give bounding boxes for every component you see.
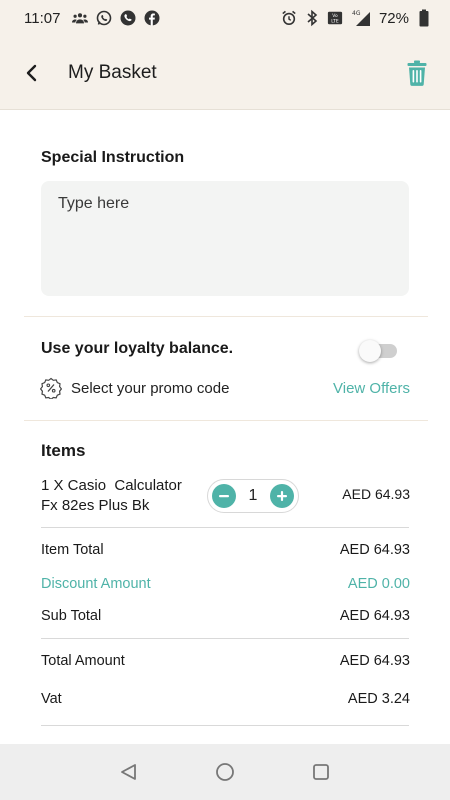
special-instruction-input[interactable] [41, 181, 409, 296]
sub-total-value: AED 64.93 [339, 608, 410, 624]
discount-badge-icon [40, 377, 62, 399]
sub-total-row: Sub Total AED 64.93 [41, 608, 410, 624]
vat-value: AED 3.24 [347, 691, 410, 707]
divider [24, 316, 428, 317]
basket-content[interactable]: Special Instruction Use your loyalty bal… [0, 110, 450, 744]
divider [41, 638, 409, 639]
increase-quantity-button[interactable] [270, 484, 294, 508]
nav-home-icon [216, 763, 234, 781]
page-title: My Basket [68, 61, 157, 83]
total-amount-label: Total Amount [41, 653, 125, 669]
discount-label: Discount Amount [41, 576, 151, 592]
system-nav-bar [0, 744, 450, 800]
nav-recents-button[interactable] [306, 757, 336, 787]
status-bar: 11:07 Vo LTE 4G 72% [0, 0, 450, 36]
nav-recents-icon [313, 764, 329, 780]
list-item: 1 X Casio Calculator Fx 82es Plus Bk 1 A… [41, 474, 410, 518]
nav-back-icon [121, 764, 136, 780]
divider [41, 725, 409, 726]
group-icon [72, 10, 89, 26]
app-header: My Basket [0, 36, 450, 110]
vat-row: Vat AED 3.24 [41, 691, 410, 707]
phone-icon [120, 10, 136, 26]
alarm-icon [281, 10, 297, 26]
promo-code-label: Select your promo code [71, 379, 230, 397]
quantity-stepper: 1 [207, 479, 299, 513]
promo-code-row[interactable]: Select your promo code View Offers [40, 376, 410, 400]
nav-back-button[interactable] [114, 757, 144, 787]
divider [41, 527, 409, 528]
item-total-label: Item Total [41, 542, 104, 558]
svg-text:4G: 4G [352, 10, 361, 17]
status-time: 11:07 [24, 9, 61, 27]
signal-icon: 4G [350, 10, 372, 26]
decrease-quantity-button[interactable] [212, 484, 236, 508]
special-instruction-title: Special Instruction [41, 149, 185, 166]
vat-label: Vat [41, 691, 62, 707]
item-total-value: AED 64.93 [339, 542, 410, 558]
back-arrow-icon [26, 64, 37, 81]
total-amount-row: Total Amount AED 64.93 [41, 653, 410, 669]
item-total-row: Item Total AED 64.93 [41, 542, 410, 558]
loyalty-toggle[interactable] [359, 340, 397, 362]
nav-home-button[interactable] [210, 757, 240, 787]
item-name-line2: Fx 82es Plus Bk [41, 497, 150, 514]
divider [24, 420, 428, 421]
plus-icon [277, 491, 287, 501]
whatsapp-icon [96, 10, 112, 26]
item-name-line1: 1 X Casio Calculator [41, 477, 182, 494]
toggle-knob [359, 340, 381, 362]
item-price: AED 64.93 [342, 486, 410, 502]
items-title: Items [41, 441, 86, 460]
delete-basket-button[interactable] [402, 58, 432, 88]
view-offers-link[interactable]: View Offers [333, 380, 410, 397]
minus-icon [219, 495, 229, 498]
item-name: 1 X Casio Calculator Fx 82es Plus Bk [41, 476, 201, 516]
bluetooth-icon [304, 9, 320, 27]
discount-value: AED 0.00 [347, 576, 410, 592]
svg-text:Vo: Vo [332, 13, 338, 19]
facebook-icon [144, 10, 160, 26]
svg-text:LTE: LTE [331, 18, 339, 24]
battery-percent: 72% [378, 9, 409, 27]
volte-icon: Vo LTE [327, 10, 343, 26]
loyalty-label: Use your loyalty balance. [41, 340, 234, 357]
back-button[interactable] [18, 59, 46, 87]
discount-row: Discount Amount AED 0.00 [41, 576, 410, 592]
battery-icon [416, 9, 432, 27]
total-amount-value: AED 64.93 [339, 653, 410, 669]
sub-total-label: Sub Total [41, 608, 102, 624]
quantity-value: 1 [248, 487, 258, 504]
trash-icon [407, 60, 427, 86]
